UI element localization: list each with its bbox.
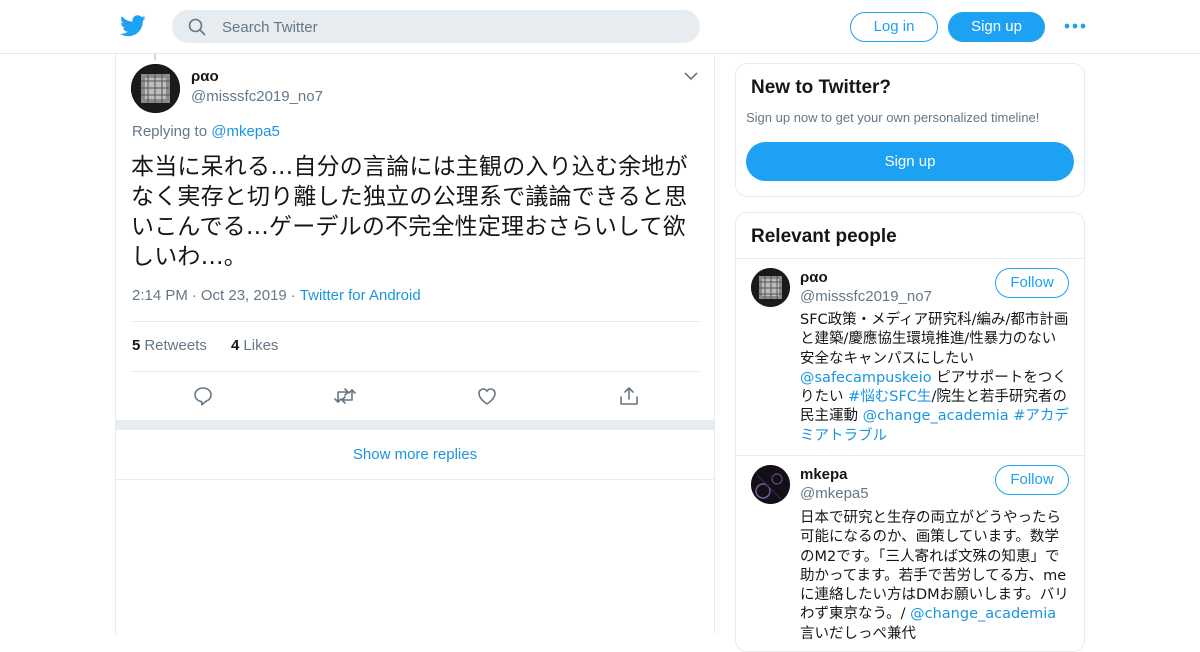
avatar[interactable] [751,268,790,307]
divider [131,371,700,372]
tweet-meta: 2:14 PM · Oct 23, 2019 · Twitter for Android [132,287,421,304]
retweets-count: 5 [132,337,141,354]
likes-label: Likes [243,337,279,354]
likes-count: 4 [231,337,240,354]
tweet-date[interactable]: Oct 23, 2019 [201,287,287,304]
retweet-icon[interactable] [333,385,357,407]
relevant-people-title: Relevant people [751,226,897,247]
person-handle[interactable]: @misssfc2019_no7 [800,288,932,305]
search-box[interactable] [172,10,700,43]
signup-button[interactable]: Sign up [948,12,1045,42]
person-handle[interactable]: @mkepa5 [800,485,869,502]
avatar-image [751,268,790,307]
divider [736,258,1084,259]
person-bio: SFC政策・メディア研究科/編み/都市計画と建築/慶應協生環境推進/性暴力のない… [800,311,1070,446]
top-bar: Log in Sign up [0,0,1200,54]
sidebar-signup-button[interactable]: Sign up [746,142,1074,181]
new-to-twitter-title: New to Twitter? [751,77,892,98]
search-input[interactable] [222,16,682,38]
likes-stat[interactable]: 4 Likes [231,337,278,354]
search-icon [188,18,206,36]
new-to-twitter-card: New to Twitter? Sign up now to get your … [735,63,1085,197]
replying-to: Replying to @mkepa5 [132,123,280,140]
show-more-replies-button[interactable]: Show more replies [116,430,714,480]
person-bio: 日本で研究と生存の両立がどうやったら可能になるのか、画策しています。数学のM2で… [800,509,1070,644]
follow-button[interactable]: Follow [995,465,1069,495]
tweet-time[interactable]: 2:14 PM [132,287,188,304]
section-divider [116,420,714,430]
chevron-down-icon[interactable] [684,71,698,81]
bio-hashtag-link[interactable]: #悩むSFC生 [848,389,931,405]
retweets-stat[interactable]: 5 Retweets [132,337,207,354]
share-icon[interactable] [618,385,640,407]
tweet-author-handle[interactable]: @misssfc2019_no7 [191,88,323,105]
replying-to-link[interactable]: @mkepa5 [211,123,280,140]
twitter-logo-icon[interactable] [120,14,146,38]
avatar[interactable] [751,465,790,504]
bio-mention-link[interactable]: @change_academia [863,408,1009,424]
more-options-icon[interactable] [1064,21,1086,31]
person-name[interactable]: mkepa [800,466,848,483]
tweet-stats: 5 Retweets 4 Likes [132,337,278,354]
follow-button[interactable]: Follow [995,268,1069,298]
reply-icon[interactable] [192,385,214,407]
new-to-twitter-subtitle: Sign up now to get your own personalized… [746,110,1040,125]
relevant-people-card: Relevant people ραο @misssfc2019_no7 Fol… [735,212,1085,652]
main-timeline: ραο @misssfc2019_no7 Replying to @mkepa5… [115,54,715,634]
tweet-author-name[interactable]: ραο [191,68,219,85]
avatar-image [751,465,790,504]
replying-prefix: Replying to [132,123,208,140]
avatar-image [131,64,180,113]
bio-text: 言いだしっぺ兼代 [800,625,916,642]
thread-connector [154,54,156,60]
avatar[interactable] [131,64,180,113]
login-button[interactable]: Log in [850,12,938,42]
divider [736,455,1084,456]
tweet-text: 本当に呆れる…自分の言論には主観の入り込む余地がなく実存と切り離した独立の公理系… [131,154,688,270]
person-name[interactable]: ραο [800,269,828,286]
bio-text: SFC政策・メディア研究科/編み/都市計画と建築/慶應協生環境推進/性暴力のない… [800,312,1069,367]
divider [131,321,700,322]
bio-mention-link[interactable]: @change_academia [910,606,1056,622]
retweets-label: Retweets [144,337,207,354]
bio-mention-link[interactable]: @safecampuskeio [800,370,932,386]
heart-icon[interactable] [476,385,498,407]
tweet-source-link[interactable]: Twitter for Android [300,287,421,304]
